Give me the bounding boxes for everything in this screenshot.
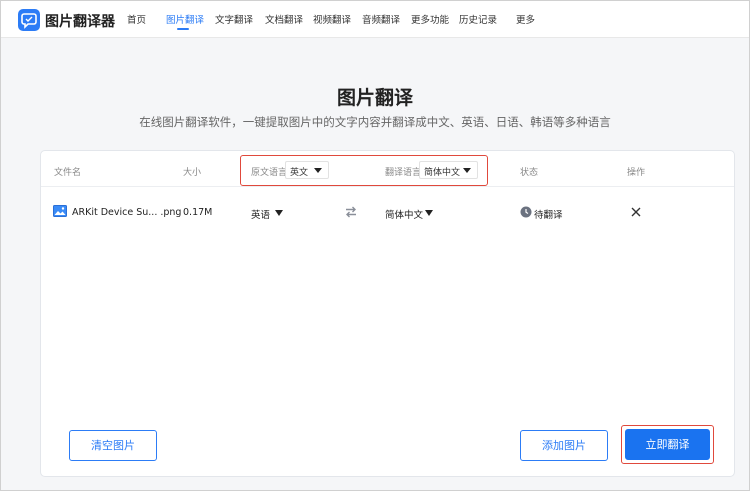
language-selection-highlight [240, 155, 488, 186]
nav-text-translate[interactable]: 文字翻译 [215, 12, 253, 26]
row-source-language-value: 英语 [251, 210, 271, 221]
nav-audio-translate[interactable]: 音频翻译 [362, 12, 400, 26]
row-target-language-select[interactable]: 简体中文 [385, 207, 423, 221]
column-header-action: 操作 [627, 168, 646, 178]
row-target-language-value: 简体中文 [385, 210, 424, 221]
add-image-button[interactable]: 添加图片 [520, 430, 608, 461]
chevron-down-icon[interactable] [425, 210, 433, 216]
nav-more[interactable]: 更多 [516, 12, 535, 26]
table-header-divider [41, 186, 734, 187]
nav-home[interactable]: 首页 [127, 12, 146, 26]
close-icon[interactable] [631, 207, 641, 217]
page-title: 图片翻译 [336, 87, 413, 109]
nav-video-translate[interactable]: 视频翻译 [313, 12, 351, 26]
swap-arrows-icon[interactable] [344, 205, 358, 219]
file-size: 0.17M [183, 207, 213, 218]
chevron-down-icon[interactable] [275, 210, 283, 216]
translate-logo-icon[interactable] [18, 9, 40, 31]
nav-more-features[interactable]: 更多功能 [411, 12, 449, 26]
clock-icon [520, 206, 532, 218]
clear-images-button[interactable]: 清空图片 [69, 430, 157, 461]
file-name: ARKit Device Su... .png [72, 207, 182, 218]
nav-image-translate[interactable]: 图片翻译 [166, 12, 204, 26]
row-source-language-select[interactable]: 英语 [251, 207, 270, 221]
column-header-filename: 文件名 [54, 168, 82, 178]
translate-button-highlight [621, 425, 714, 464]
column-header-status: 状态 [520, 168, 539, 178]
column-header-size: 大小 [183, 168, 202, 178]
status-badge: 待翻译 [534, 210, 563, 221]
page-subtitle: 在线图片翻译软件，一键提取图片中的文字内容并翻译成中文、英语、日语、韩语等多种语… [139, 115, 611, 129]
brand-name[interactable]: 图片翻译器 [45, 11, 115, 31]
nav-history[interactable]: 历史记录 [459, 12, 497, 26]
image-file-icon [53, 205, 67, 217]
nav-active-indicator [177, 28, 189, 30]
nav-document-translate[interactable]: 文档翻译 [265, 12, 303, 26]
